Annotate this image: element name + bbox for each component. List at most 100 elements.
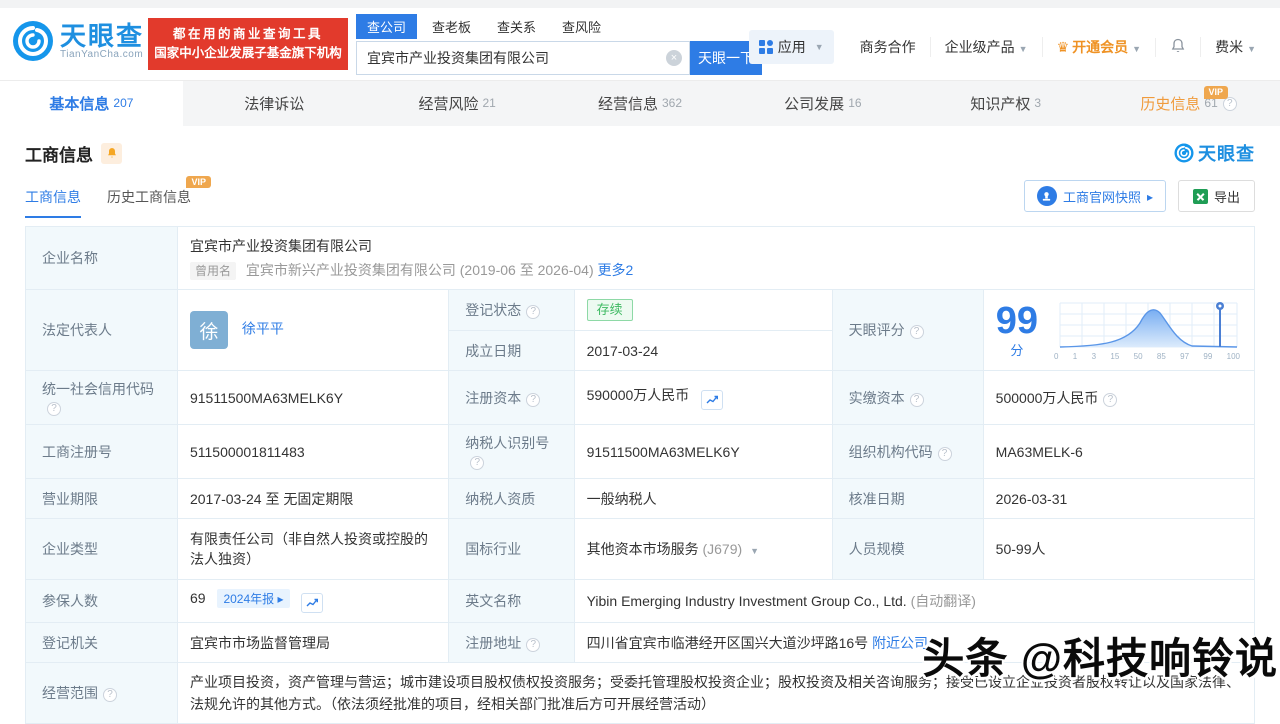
- top-strip: [0, 0, 1280, 8]
- section-title: 工商信息: [25, 145, 93, 165]
- user-menu[interactable]: 费米: [1200, 37, 1270, 57]
- apps-label: 应用: [777, 39, 806, 55]
- help-icon[interactable]: [47, 402, 61, 416]
- table-row: 统一社会信用代码 91511500MA63MELK6Y 注册资本 590000万…: [25, 370, 1256, 425]
- help-icon[interactable]: [1103, 392, 1118, 407]
- tianyancha-swirl-icon: [13, 21, 53, 61]
- vip-badge: VIP: [186, 176, 211, 188]
- crown-icon: [1057, 39, 1070, 55]
- tab-legal-proceedings[interactable]: 法律诉讼: [183, 81, 366, 126]
- clear-search-icon[interactable]: [666, 50, 682, 66]
- nav-enterprise-products[interactable]: 企业级产品: [929, 37, 1042, 57]
- taxpayer-quality-label: 纳税人资质: [448, 478, 575, 519]
- brand-domain: TianYanCha.com: [60, 48, 144, 60]
- establish-date-value: 2017-03-24: [573, 330, 833, 371]
- site-logo[interactable]: 天眼查 TianYanCha.com: [12, 20, 144, 62]
- company-type-value: 有限责任公司（非自然人投资或控股的法人独资）: [176, 518, 450, 580]
- tab-intellectual-property[interactable]: 知识产权 3: [914, 81, 1097, 126]
- english-name-label: 英文名称: [448, 579, 575, 623]
- nav-business-cooperation[interactable]: 商务合作: [846, 37, 930, 57]
- excel-icon: [1192, 188, 1208, 204]
- tab-company-development[interactable]: 公司发展 16: [731, 81, 914, 126]
- table-row: 企业名称 宜宾市产业投资集团有限公司 曾用名 宜宾市新兴产业投资集团有限公司 (…: [25, 226, 1256, 290]
- score-label: 天眼评分: [831, 289, 984, 371]
- reg-authority-value: 宜宾市市场监督管理局: [176, 622, 450, 663]
- establish-date-label: 成立日期: [448, 330, 575, 371]
- vip-badge: VIP: [1203, 86, 1229, 99]
- industry-label: 国标行业: [448, 518, 575, 580]
- capital-trend-icon[interactable]: [701, 390, 724, 410]
- arrow-right-icon: [1147, 189, 1153, 204]
- tab-business-info[interactable]: 经营信息 362: [549, 81, 732, 126]
- promo-banner: 都在用的商业查询工具 国家中小企业发展子基金旗下机构: [148, 18, 348, 70]
- insured-count-value: 69: [189, 590, 206, 606]
- nav-open-vip[interactable]: 开通会员: [1041, 37, 1155, 57]
- stamp-icon: [1036, 186, 1057, 206]
- tab-basic-info[interactable]: 基本信息 207: [0, 81, 183, 126]
- toutiao-watermark: 头条 @科技响铃说: [922, 635, 1278, 682]
- search-tab-relation[interactable]: 查关系: [486, 14, 547, 39]
- search-input[interactable]: [356, 41, 690, 75]
- search-tab-company[interactable]: 查公司: [356, 14, 418, 39]
- promo-line1: 都在用的商业查询工具: [172, 27, 323, 41]
- table-row: 法定代表人 徐 徐平平 登记状态 存续 天眼评分 99分: [25, 289, 1256, 371]
- help-icon[interactable]: [909, 392, 924, 407]
- more-former-names-link[interactable]: 更多2: [598, 262, 634, 278]
- subscribe-bell-icon[interactable]: [101, 142, 122, 164]
- former-name-badge: 曾用名: [189, 262, 236, 280]
- table-row: 营业期限 2017-03-24 至 无固定期限 纳税人资质 一般纳税人 核准日期…: [25, 478, 1256, 519]
- help-icon[interactable]: [526, 392, 541, 407]
- auto-translate-note: (自动翻译): [910, 593, 976, 609]
- score-value: 99: [995, 299, 1038, 342]
- insured-trend-icon[interactable]: [301, 593, 324, 613]
- search-tab-boss[interactable]: 查老板: [421, 14, 482, 39]
- business-term-value: 2017-03-24 至 无固定期限: [176, 478, 450, 519]
- brand-name: 天眼查: [60, 20, 145, 51]
- subtab-history-registration[interactable]: VIP 历史工商信息: [107, 176, 211, 218]
- credit-code-label: 统一社会信用代码: [25, 370, 178, 425]
- help-icon[interactable]: [909, 325, 924, 339]
- reg-status-label: 登记状态: [448, 289, 575, 331]
- bell-icon: [1171, 38, 1185, 52]
- tianyancha-swirl-icon: [1174, 143, 1194, 163]
- industry-value[interactable]: 其他资本市场服务 (J679): [573, 518, 833, 580]
- tab-operational-risk[interactable]: 经营风险 21: [366, 81, 549, 126]
- business-scope-label: 经营范围: [25, 662, 178, 724]
- brand-watermark: 天眼查: [1174, 140, 1255, 166]
- help-icon[interactable]: [526, 637, 541, 652]
- english-name-value: Yibin Emerging Industry Investment Group…: [586, 593, 907, 609]
- paid-capital-label: 实缴资本: [831, 370, 984, 425]
- apps-menu[interactable]: 应用: [748, 30, 834, 64]
- help-icon[interactable]: [526, 305, 541, 319]
- table-row: 参保人数 69 2024年报 ▸ 英文名称 Yibin Emerging Ind…: [25, 579, 1256, 623]
- score-cell[interactable]: 99分 0 1 3 15 50 85 97 99 100: [982, 289, 1256, 371]
- apps-grid-icon: [758, 40, 773, 54]
- promo-line2: 国家中小企业发展子基金旗下机构: [154, 46, 342, 60]
- staff-size-value: 50-99人: [982, 518, 1256, 580]
- subtab-business-registration[interactable]: 工商信息: [25, 187, 81, 218]
- tab-history-info[interactable]: VIP 历史信息 61: [1097, 81, 1280, 126]
- help-icon[interactable]: [103, 688, 117, 702]
- official-snapshot-button[interactable]: 工商官网快照: [1023, 180, 1166, 212]
- notification-bell[interactable]: [1155, 37, 1200, 57]
- company-name-label: 企业名称: [25, 226, 178, 290]
- annual-report-badge[interactable]: 2024年报 ▸: [217, 589, 290, 608]
- search-tab-risk[interactable]: 查风险: [551, 14, 612, 39]
- top-nav: 应用 商务合作 企业级产品 开通会员 费米: [748, 30, 1270, 64]
- help-icon[interactable]: [470, 456, 485, 470]
- org-code-label: 组织机构代码: [831, 424, 984, 479]
- main-tab-bar: 基本信息 207 法律诉讼 经营风险 21 经营信息 362 公司发展 16 知识产权 3…: [0, 80, 1280, 126]
- nearby-companies-link[interactable]: 附近公司: [872, 635, 928, 651]
- legal-rep-avatar[interactable]: 徐: [189, 311, 228, 349]
- taxpayer-id-label: 纳税人识别号: [448, 424, 575, 479]
- reg-authority-label: 登记机关: [25, 622, 178, 663]
- export-button[interactable]: 导出: [1177, 180, 1255, 212]
- reg-address-value: 四川省宜宾市临港经开区国兴大道沙坪路16号: [586, 634, 869, 651]
- taxpayer-id-value: 91511500MA63MELK6Y: [573, 424, 833, 479]
- help-icon[interactable]: [937, 446, 952, 461]
- reg-capital-label: 注册资本: [448, 370, 575, 425]
- business-term-label: 营业期限: [25, 478, 178, 519]
- taxpayer-quality-value: 一般纳税人: [573, 478, 833, 519]
- staff-size-label: 人员规模: [831, 518, 984, 580]
- legal-rep-link[interactable]: 徐平平: [242, 321, 284, 337]
